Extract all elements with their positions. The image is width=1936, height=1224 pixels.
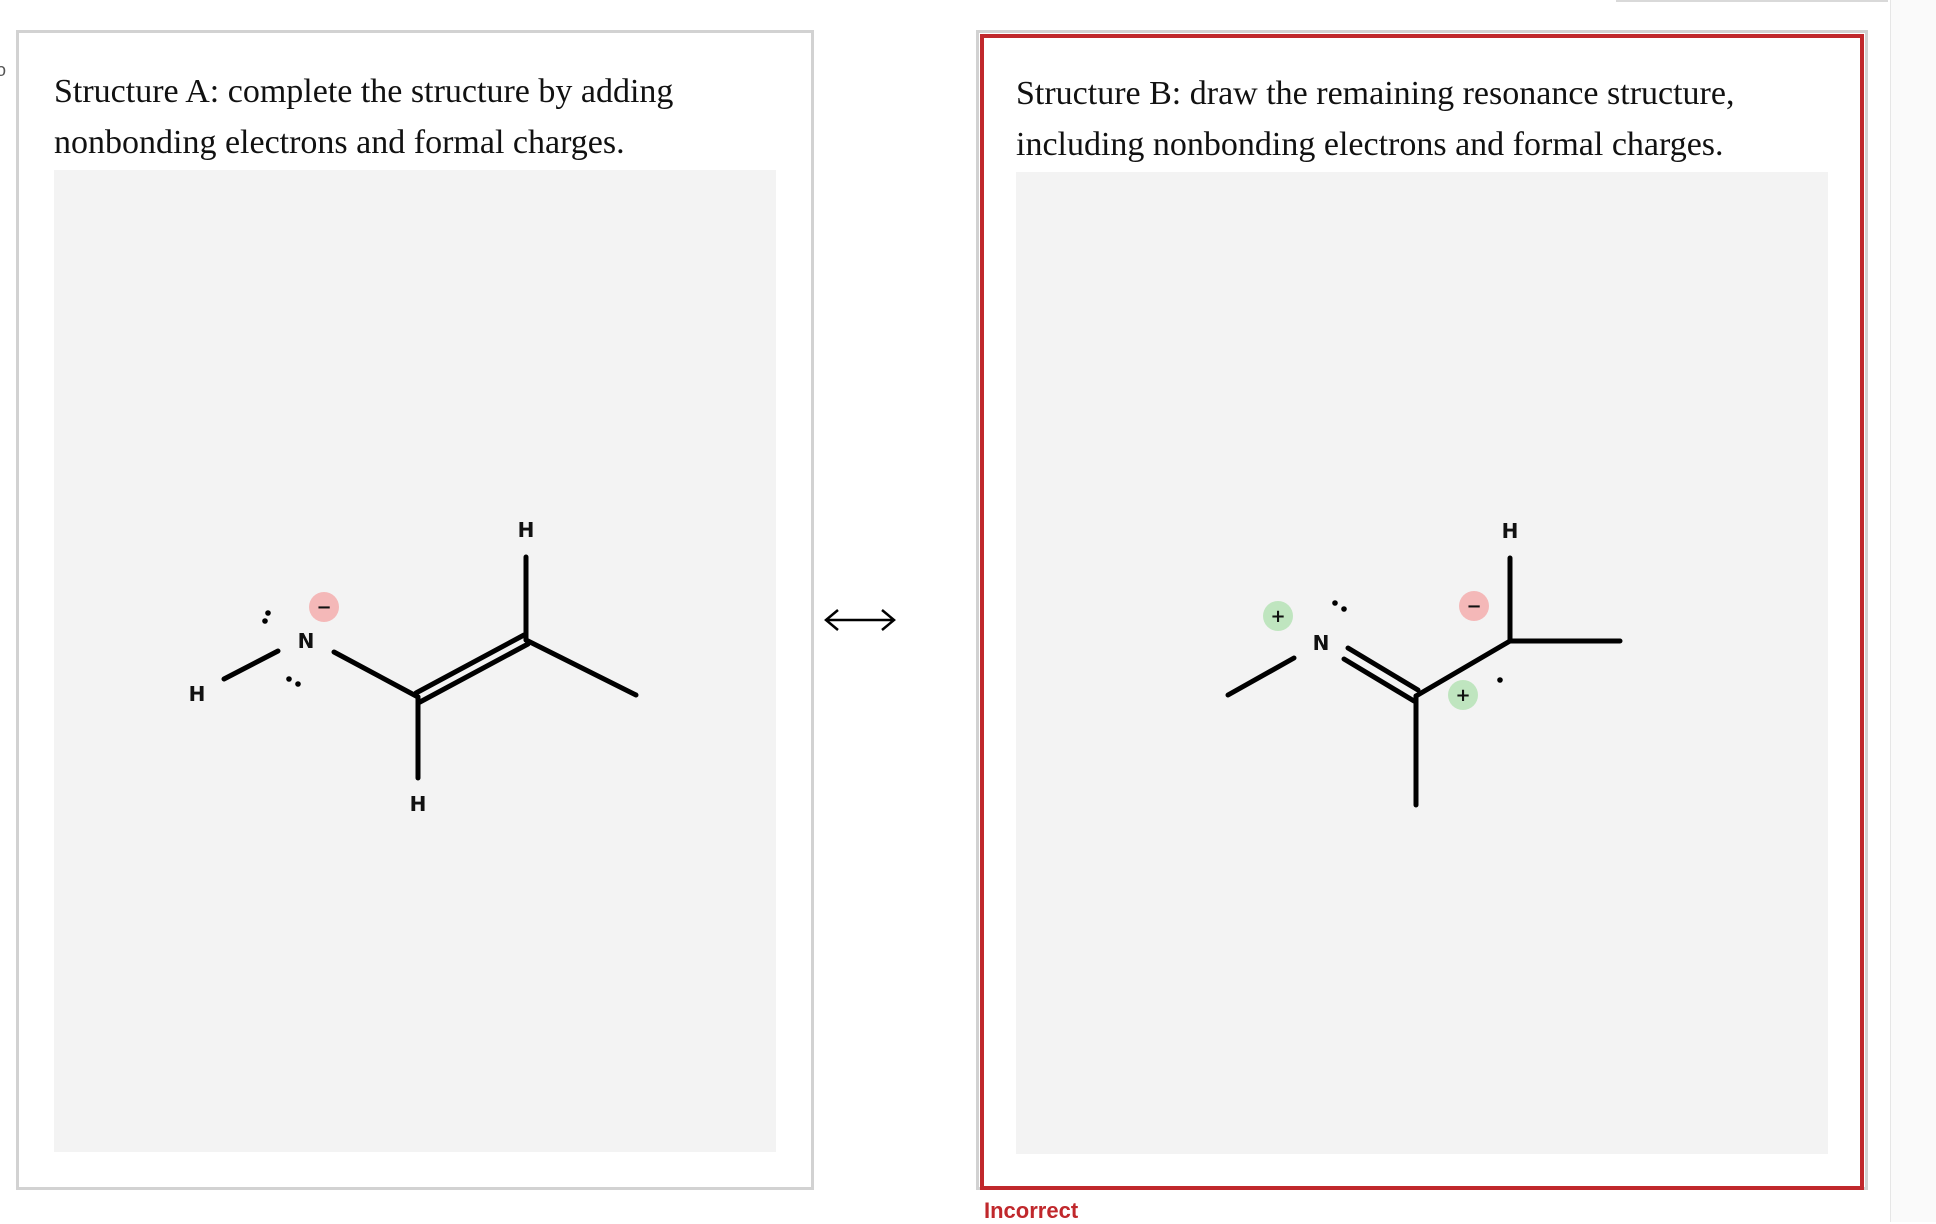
atom-n[interactable]: N [1313, 631, 1330, 655]
atom-h-bottom[interactable]: H [410, 792, 427, 816]
lone-pair-electron[interactable] [295, 681, 301, 687]
radical-electron[interactable] [1497, 677, 1503, 683]
feedback-incorrect: Incorrect [984, 1198, 1079, 1223]
scrollbar[interactable] [1890, 0, 1936, 1222]
edge-glyph: o [0, 60, 7, 80]
atom-h-top[interactable]: H [1502, 519, 1519, 543]
lone-pair-electron[interactable] [265, 610, 271, 616]
bond-h-n[interactable] [221, 648, 281, 682]
atom-h-left[interactable]: H [189, 682, 206, 706]
top-divider [1616, 0, 1888, 2]
negative-charge-sign: − [1466, 596, 1481, 617]
structure-b-drawing-canvas[interactable]: N H + − + [1016, 172, 1828, 1154]
negative-charge-sign: − [316, 597, 331, 618]
structure-a-drawing-canvas[interactable]: H N H H − [54, 170, 776, 1152]
bond-c2-ch3[interactable] [523, 637, 639, 698]
atom-n[interactable]: N [298, 629, 315, 653]
bond-c1-c2-a[interactable] [413, 632, 527, 696]
lone-pair-electron[interactable] [286, 676, 292, 682]
atom-h-top[interactable]: H [518, 518, 535, 542]
structure-a-prompt: Structure A: complete the structure by a… [54, 73, 674, 161]
bond-c1-c2-b[interactable] [417, 641, 531, 705]
lone-pair-electron[interactable] [1341, 606, 1347, 612]
bond-n-c1[interactable] [331, 649, 421, 700]
positive-charge-sign: + [1270, 606, 1285, 627]
bond-ch3-n[interactable] [1225, 655, 1297, 698]
structure-b-prompt: Structure B: draw the remaining resonanc… [1016, 75, 1735, 163]
resonance-arrow-icon [824, 609, 896, 631]
positive-charge-sign: + [1455, 685, 1470, 706]
lone-pair-electron[interactable] [1332, 600, 1338, 606]
lone-pair-electron[interactable] [262, 618, 268, 624]
